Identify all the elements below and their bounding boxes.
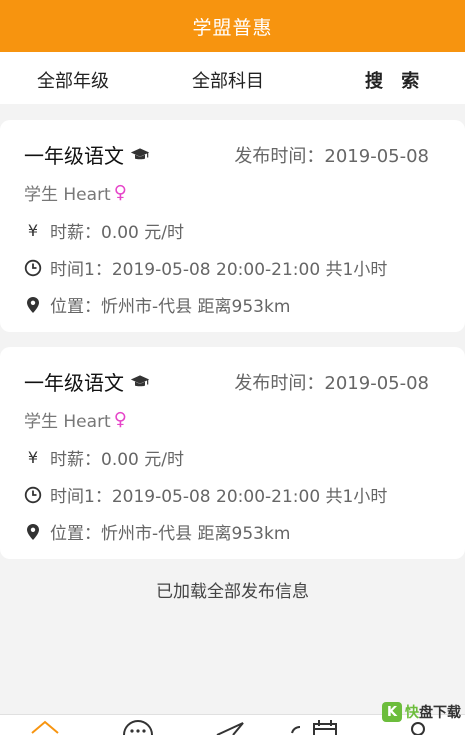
search-button[interactable]: 搜 索	[365, 67, 425, 93]
student-name: 学生 Heart	[24, 412, 111, 432]
location-row: 位置：忻州市-代县 距离953km	[24, 292, 290, 317]
app-header: 学盟普惠	[0, 0, 465, 52]
watermark-text-dark: 盘下载	[419, 705, 461, 721]
time-row: 时间1：2019-05-08 20:00-21:00 共1小时	[24, 482, 387, 507]
salary-text: 时薪：0.00 元/时	[50, 223, 184, 243]
course-title-row: 一年级语文	[24, 367, 150, 396]
watermark: K 快 盘下载	[382, 702, 461, 722]
load-complete-message: 已加载全部发布信息	[156, 582, 309, 602]
course-title: 一年级语文	[24, 371, 124, 395]
student-row: 学生 Heart ♀	[24, 180, 127, 205]
clock-icon	[24, 486, 42, 504]
time-text: 时间1：2019-05-08 20:00-21:00 共1小时	[50, 260, 388, 280]
page-title: 学盟普惠	[192, 16, 273, 39]
publish-time: 发布时间：2019-05-08	[234, 146, 429, 167]
location-text: 位置：忻州市-代县 距离953km	[50, 297, 291, 317]
salary-row: ¥ 时薪：0.00 元/时	[24, 445, 184, 470]
location-row: 位置：忻州市-代县 距离953km	[24, 519, 290, 544]
salary-row: ¥ 时薪：0.00 元/时	[24, 218, 184, 243]
subject-filter-button[interactable]: 全部科目	[192, 67, 264, 93]
salary-text: 时薪：0.00 元/时	[50, 450, 184, 470]
time-row: 时间1：2019-05-08 20:00-21:00 共1小时	[24, 255, 387, 280]
female-icon: ♀	[113, 409, 127, 430]
yen-icon: ¥	[27, 221, 39, 240]
job-card[interactable]: 一年级语文 发布时间：2019-05-08 学生 Heart ♀ ¥ 时薪：0.…	[0, 120, 465, 332]
filter-bar: 全部年级 全部科目 搜 索	[0, 52, 465, 104]
location-pin-icon	[24, 523, 42, 541]
watermark-text: 快	[405, 705, 419, 721]
publish-time: 发布时间：2019-05-08	[234, 373, 429, 394]
tab-calendar-icon[interactable]	[290, 719, 340, 735]
grade-filter-button[interactable]: 全部年级	[37, 67, 109, 93]
yen-icon: ¥	[27, 448, 39, 467]
location-text: 位置：忻州市-代县 距离953km	[50, 524, 291, 544]
student-row: 学生 Heart ♀	[24, 407, 127, 432]
female-icon: ♀	[113, 182, 127, 203]
course-title-row: 一年级语文	[24, 140, 150, 169]
tab-send-icon[interactable]	[215, 719, 245, 735]
clock-icon	[24, 259, 42, 277]
time-text: 时间1：2019-05-08 20:00-21:00 共1小时	[50, 487, 388, 507]
graduation-cap-icon	[130, 374, 150, 386]
watermark-logo: K	[382, 702, 402, 722]
tab-message-icon[interactable]	[122, 719, 154, 735]
student-name: 学生 Heart	[24, 185, 111, 205]
job-card[interactable]: 一年级语文 发布时间：2019-05-08 学生 Heart ♀ ¥ 时薪：0.…	[0, 347, 465, 559]
course-title: 一年级语文	[24, 144, 124, 168]
graduation-cap-icon	[130, 147, 150, 159]
location-pin-icon	[24, 296, 42, 314]
tab-home-icon[interactable]	[30, 719, 60, 735]
